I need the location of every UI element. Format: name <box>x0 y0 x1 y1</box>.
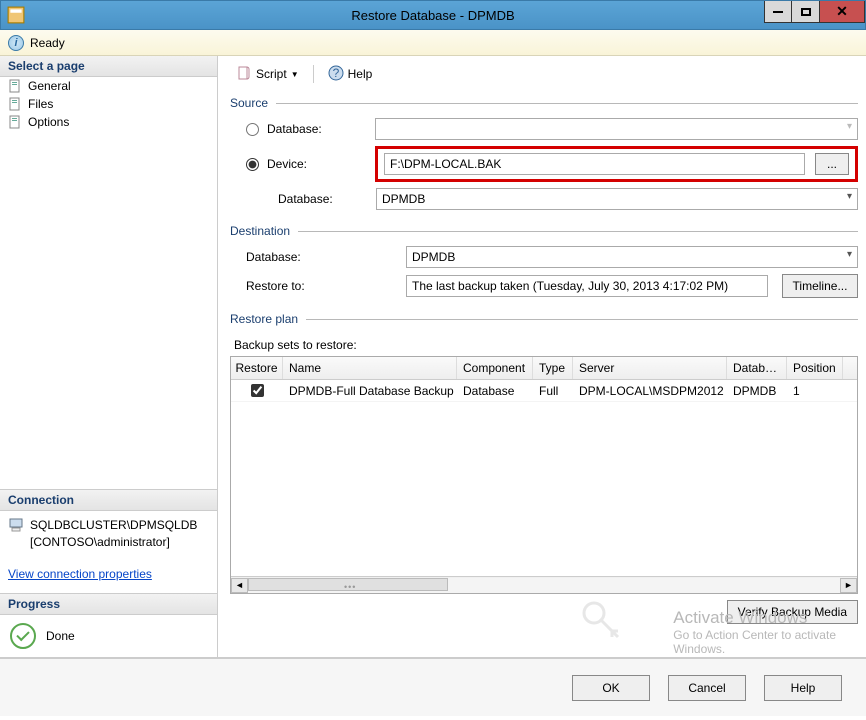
dialog-button-bar: OK Cancel Help <box>0 658 866 716</box>
backup-sets-table: Restore Name Component Type Server Datab… <box>230 356 858 594</box>
cell-component: Database <box>457 382 533 400</box>
page-icon <box>8 97 22 111</box>
dropdown-arrow-icon: ▼ <box>291 70 299 79</box>
select-page-header: Select a page <box>0 56 217 77</box>
cell-server: DPM-LOCAL\MSDPM2012 <box>573 382 727 400</box>
progress-status: Done <box>46 629 75 643</box>
restore-to-input <box>406 275 768 297</box>
page-icon <box>8 79 22 93</box>
col-server[interactable]: Server <box>573 357 727 379</box>
close-button[interactable]: ✕ <box>820 1 865 23</box>
connection-user: [CONTOSO\administrator] <box>30 534 197 551</box>
source-database-radio[interactable] <box>246 123 259 136</box>
minimize-button[interactable] <box>764 1 792 23</box>
scroll-right-arrow-icon[interactable]: ► <box>840 578 857 593</box>
connection-header: Connection <box>0 489 217 511</box>
backup-sets-label: Backup sets to restore: <box>234 338 858 352</box>
script-icon <box>236 65 252 84</box>
source-database-value-select[interactable] <box>376 188 858 210</box>
col-name[interactable]: Name <box>283 357 457 379</box>
browse-device-button[interactable]: ... <box>815 153 849 175</box>
horizontal-scrollbar[interactable]: ◄ ••• ► <box>231 576 857 593</box>
source-group-label: Source <box>230 96 268 110</box>
cell-type: Full <box>533 382 573 400</box>
page-label: Options <box>28 115 69 129</box>
help-icon: ? <box>328 65 344 84</box>
help-dialog-button[interactable]: Help <box>764 675 842 701</box>
cell-name: DPMDB-Full Database Backup <box>283 382 457 400</box>
title-bar: Restore Database - DPMDB ✕ <box>0 0 866 30</box>
done-icon <box>10 623 36 649</box>
content-pane: Script ▼ ? Help Source Database: Device: <box>218 56 866 657</box>
verify-backup-media-button[interactable]: Verify Backup Media <box>727 600 858 624</box>
progress-header: Progress <box>0 593 217 615</box>
col-database[interactable]: Database <box>727 357 787 379</box>
window-title: Restore Database - DPMDB <box>351 8 514 23</box>
ok-button[interactable]: OK <box>572 675 650 701</box>
help-button[interactable]: ? Help <box>322 63 379 86</box>
source-database-radio-label: Database: <box>267 122 375 136</box>
script-button[interactable]: Script ▼ <box>230 63 305 86</box>
cancel-button[interactable]: Cancel <box>668 675 746 701</box>
page-label: Files <box>28 97 53 111</box>
sidebar: Select a page General Files Options Conn… <box>0 56 218 657</box>
restore-checkbox[interactable] <box>251 384 264 397</box>
content-toolbar: Script ▼ ? Help <box>230 60 858 88</box>
col-type[interactable]: Type <box>533 357 573 379</box>
connection-server: SQLDBCLUSTER\DPMSQLDB <box>30 517 197 534</box>
source-db-label: Database: <box>278 192 376 206</box>
col-restore[interactable]: Restore <box>231 357 283 379</box>
source-device-radio[interactable] <box>246 158 259 171</box>
col-component[interactable]: Component <box>457 357 533 379</box>
maximize-button[interactable] <box>792 1 820 23</box>
cell-position: 1 <box>787 382 843 400</box>
page-icon <box>8 115 22 129</box>
toolbar-divider <box>313 65 314 83</box>
view-connection-properties-link[interactable]: View connection properties <box>0 563 217 593</box>
page-files[interactable]: Files <box>0 95 217 113</box>
col-position[interactable]: Position <box>787 357 843 379</box>
restore-to-label: Restore to: <box>246 279 406 293</box>
app-icon <box>7 6 25 24</box>
help-label: Help <box>348 67 373 81</box>
server-icon <box>8 517 24 536</box>
destination-group-label: Destination <box>230 224 290 238</box>
source-device-radio-label: Device: <box>267 157 375 171</box>
destination-database-select[interactable] <box>406 246 858 268</box>
source-database-select[interactable] <box>375 118 858 140</box>
scroll-left-arrow-icon[interactable]: ◄ <box>231 578 248 593</box>
scroll-thumb[interactable]: ••• <box>248 578 448 591</box>
page-label: General <box>28 79 71 93</box>
script-label: Script <box>256 67 287 81</box>
device-highlight-box: ... <box>375 146 858 182</box>
svg-text:?: ? <box>332 66 339 80</box>
table-row[interactable]: DPMDB-Full Database Backup Database Full… <box>231 380 857 402</box>
restore-plan-group-label: Restore plan <box>230 312 298 326</box>
timeline-button[interactable]: Timeline... <box>782 274 858 298</box>
info-icon: i <box>8 35 24 51</box>
cell-database: DPMDB <box>727 382 787 400</box>
page-options[interactable]: Options <box>0 113 217 131</box>
page-general[interactable]: General <box>0 77 217 95</box>
status-strip: i Ready <box>0 30 866 56</box>
device-path-input[interactable] <box>384 153 805 175</box>
dest-db-label: Database: <box>246 250 406 264</box>
status-text: Ready <box>30 36 65 50</box>
